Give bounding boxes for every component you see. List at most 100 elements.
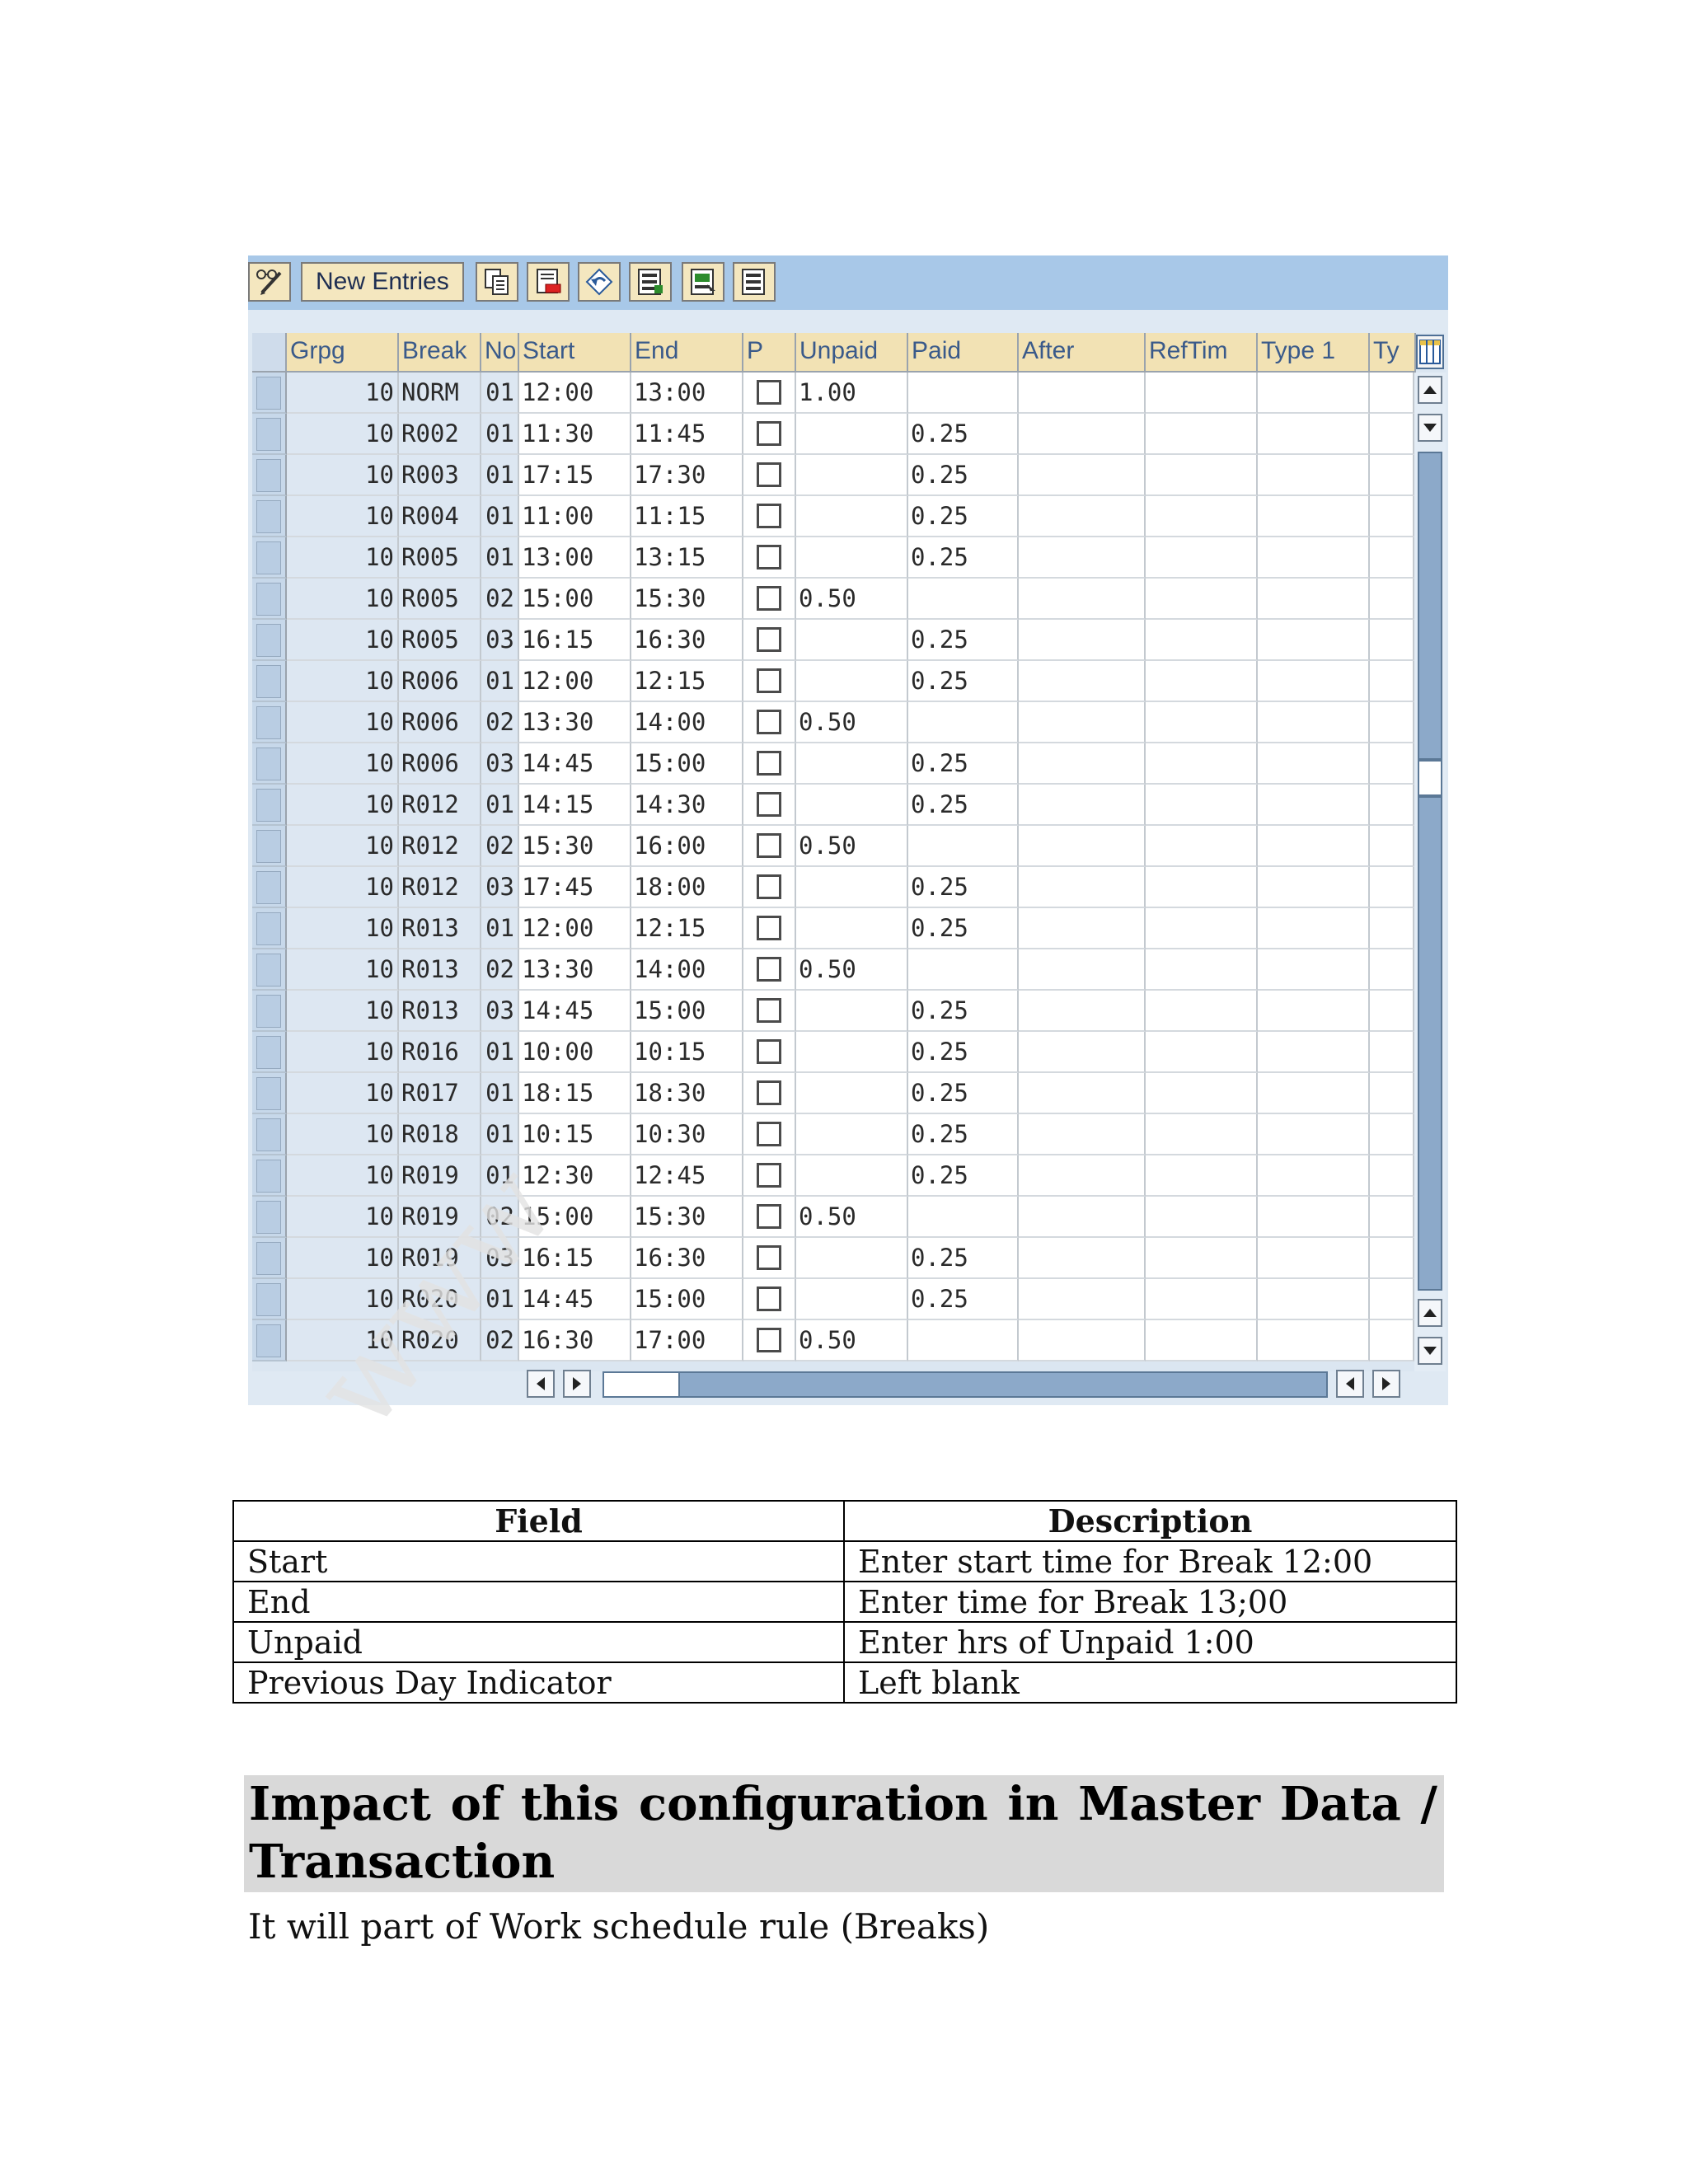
cell-reftim[interactable] bbox=[1146, 908, 1258, 949]
column-settings-button[interactable] bbox=[1416, 335, 1444, 369]
previous-day-checkbox[interactable] bbox=[757, 792, 781, 817]
row-selector[interactable] bbox=[252, 620, 287, 661]
cell-start[interactable]: 11:00 bbox=[519, 496, 631, 537]
cell-end[interactable]: 15:00 bbox=[631, 743, 743, 785]
cell-reftim[interactable] bbox=[1146, 949, 1258, 991]
cell-reftim[interactable] bbox=[1146, 414, 1258, 455]
cell-type2[interactable] bbox=[1370, 620, 1414, 661]
cell-unpaid[interactable] bbox=[796, 743, 908, 785]
cell-type1[interactable] bbox=[1258, 1197, 1370, 1238]
previous-day-checkbox[interactable] bbox=[757, 1245, 781, 1270]
cell-type2[interactable] bbox=[1370, 661, 1414, 702]
cell-after[interactable] bbox=[1019, 537, 1146, 579]
cell-start[interactable]: 14:45 bbox=[519, 991, 631, 1032]
cell-after[interactable] bbox=[1019, 1320, 1146, 1361]
row-selector[interactable] bbox=[252, 785, 287, 826]
cell-end[interactable]: 15:00 bbox=[631, 1279, 743, 1320]
cell-type1[interactable] bbox=[1258, 1032, 1370, 1073]
cell-unpaid[interactable]: 0.50 bbox=[796, 579, 908, 620]
cell-start[interactable]: 14:45 bbox=[519, 1279, 631, 1320]
horizontal-scrollbar[interactable] bbox=[527, 1370, 1402, 1399]
cell-end[interactable]: 14:00 bbox=[631, 702, 743, 743]
cell-reftim[interactable] bbox=[1146, 1279, 1258, 1320]
cell-unpaid[interactable] bbox=[796, 1032, 908, 1073]
cell-type1[interactable] bbox=[1258, 949, 1370, 991]
cell-end[interactable]: 13:00 bbox=[631, 373, 743, 414]
cell-paid[interactable]: 0.25 bbox=[908, 414, 1019, 455]
delete-button[interactable] bbox=[527, 262, 570, 302]
previous-day-checkbox[interactable] bbox=[757, 998, 781, 1023]
cell-unpaid[interactable] bbox=[796, 1238, 908, 1279]
cell-paid[interactable]: 0.25 bbox=[908, 908, 1019, 949]
cell-unpaid[interactable] bbox=[796, 1073, 908, 1114]
cell-type2[interactable] bbox=[1370, 537, 1414, 579]
previous-day-checkbox[interactable] bbox=[757, 1080, 781, 1105]
cell-reftim[interactable] bbox=[1146, 496, 1258, 537]
cell-after[interactable] bbox=[1019, 1073, 1146, 1114]
cell-end[interactable]: 11:45 bbox=[631, 414, 743, 455]
cell-start[interactable]: 18:15 bbox=[519, 1073, 631, 1114]
cell-type2[interactable] bbox=[1370, 373, 1414, 414]
cell-paid[interactable]: 0.25 bbox=[908, 496, 1019, 537]
cell-unpaid[interactable]: 0.50 bbox=[796, 702, 908, 743]
cell-after[interactable] bbox=[1019, 1032, 1146, 1073]
cell-start[interactable]: 13:30 bbox=[519, 702, 631, 743]
cell-type1[interactable] bbox=[1258, 1238, 1370, 1279]
cell-unpaid[interactable] bbox=[796, 867, 908, 908]
cell-start[interactable]: 14:15 bbox=[519, 785, 631, 826]
cell-start[interactable]: 12:00 bbox=[519, 373, 631, 414]
cell-unpaid[interactable] bbox=[796, 455, 908, 496]
cell-type1[interactable] bbox=[1258, 826, 1370, 867]
cell-after[interactable] bbox=[1019, 949, 1146, 991]
page-down-button[interactable] bbox=[1418, 1337, 1442, 1365]
cell-end[interactable]: 12:15 bbox=[631, 661, 743, 702]
previous-day-checkbox[interactable] bbox=[757, 916, 781, 940]
cell-end[interactable]: 17:30 bbox=[631, 455, 743, 496]
cell-unpaid[interactable] bbox=[796, 1155, 908, 1197]
cell-paid[interactable] bbox=[908, 373, 1019, 414]
column-header-no[interactable]: No bbox=[481, 333, 519, 373]
row-selector[interactable] bbox=[252, 867, 287, 908]
cell-end[interactable]: 16:30 bbox=[631, 1238, 743, 1279]
previous-day-checkbox[interactable] bbox=[757, 421, 781, 446]
cell-type1[interactable] bbox=[1258, 414, 1370, 455]
column-header-start[interactable]: Start bbox=[519, 333, 631, 373]
cell-unpaid[interactable] bbox=[796, 537, 908, 579]
row-selector[interactable] bbox=[252, 414, 287, 455]
previous-day-checkbox[interactable] bbox=[757, 1122, 781, 1146]
cell-end[interactable]: 15:30 bbox=[631, 1197, 743, 1238]
cell-unpaid[interactable] bbox=[796, 661, 908, 702]
cell-after[interactable] bbox=[1019, 702, 1146, 743]
cell-paid[interactable]: 0.25 bbox=[908, 1032, 1019, 1073]
cell-paid[interactable]: 0.25 bbox=[908, 867, 1019, 908]
cell-paid[interactable]: 0.25 bbox=[908, 661, 1019, 702]
cell-type2[interactable] bbox=[1370, 414, 1414, 455]
cell-after[interactable] bbox=[1019, 1238, 1146, 1279]
cell-paid[interactable] bbox=[908, 826, 1019, 867]
cell-type1[interactable] bbox=[1258, 1320, 1370, 1361]
cell-start[interactable]: 13:30 bbox=[519, 949, 631, 991]
cell-end[interactable]: 10:30 bbox=[631, 1114, 743, 1155]
cell-after[interactable] bbox=[1019, 496, 1146, 537]
cell-end[interactable]: 16:00 bbox=[631, 826, 743, 867]
cell-paid[interactable]: 0.25 bbox=[908, 1279, 1019, 1320]
cell-paid[interactable]: 0.25 bbox=[908, 1073, 1019, 1114]
cell-start[interactable]: 16:30 bbox=[519, 1320, 631, 1361]
cell-end[interactable]: 14:30 bbox=[631, 785, 743, 826]
row-selector[interactable] bbox=[252, 1155, 287, 1197]
horizontal-scroll-thumb[interactable] bbox=[604, 1373, 680, 1396]
cell-type2[interactable] bbox=[1370, 785, 1414, 826]
column-header-after[interactable]: After bbox=[1019, 333, 1146, 373]
row-selector[interactable] bbox=[252, 496, 287, 537]
scroll-left-button[interactable] bbox=[527, 1370, 555, 1398]
column-header-reftim[interactable]: RefTim bbox=[1146, 333, 1258, 373]
row-selector[interactable] bbox=[252, 1279, 287, 1320]
scroll-last-column-button[interactable] bbox=[1372, 1370, 1400, 1398]
previous-day-checkbox[interactable] bbox=[757, 833, 781, 858]
cell-reftim[interactable] bbox=[1146, 1320, 1258, 1361]
cell-after[interactable] bbox=[1019, 455, 1146, 496]
cell-start[interactable]: 11:30 bbox=[519, 414, 631, 455]
cell-end[interactable]: 18:00 bbox=[631, 867, 743, 908]
cell-type2[interactable] bbox=[1370, 1197, 1414, 1238]
cell-start[interactable]: 14:45 bbox=[519, 743, 631, 785]
